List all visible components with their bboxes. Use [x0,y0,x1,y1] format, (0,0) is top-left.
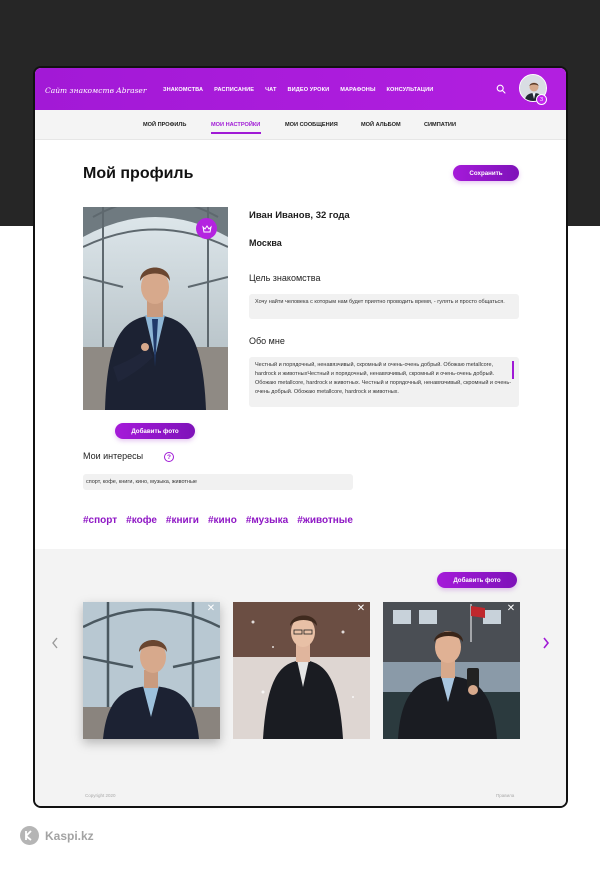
main-nav: ЗНАКОМСТВА РАСПИСАНИЕ ЧАТ ВИДЕО УРОКИ МА… [163,87,433,93]
copyright-text: Copyright 2020 [85,793,116,798]
nav-item-consultations[interactable]: КОНСУЛЬТАЦИИ [387,87,434,93]
arrow-right-icon[interactable] [541,636,551,650]
tab-my-settings[interactable]: МОИ НАСТРОЙКИ [211,122,260,128]
tab-my-album[interactable]: МОЙ АЛЬБОМ [361,122,401,128]
tab-likes[interactable]: СИМПАТИИ [424,122,456,128]
verified-badge-icon [196,218,217,239]
nav-item-dating[interactable]: ЗНАКОМСТВА [163,87,203,93]
rules-link[interactable]: Правила [496,793,514,798]
gallery-add-photo-button[interactable]: Добавить фото [437,572,517,588]
tag-animals[interactable]: #животные [297,515,353,526]
goal-label: Цель знакомства [249,273,321,283]
site-logo[interactable]: Сайт знакомств Abraser [45,86,146,95]
interests-input[interactable]: спорт, кофе, книги, кино, музыка, животн… [83,474,353,490]
remove-photo-1-icon[interactable]: ✕ [206,604,216,614]
active-tab-underline [211,132,261,134]
kaspi-watermark: Kaspi.kz [20,826,94,845]
about-textarea[interactable]: Честный и порядочный, ненавязчивый, скро… [249,357,519,407]
gallery-photo-1[interactable] [83,602,220,739]
profile-city: Москва [249,238,282,248]
kaspi-logo-icon [20,826,39,845]
notification-badge[interactable]: 3 [536,94,547,105]
about-scrollbar[interactable] [512,361,514,379]
remove-photo-2-icon[interactable]: ✕ [356,604,366,614]
nav-item-marathons[interactable]: МАРАФОНЫ [340,87,375,93]
tab-my-messages[interactable]: МОИ СООБЩЕНИЯ [285,122,338,128]
arrow-left-icon[interactable] [50,636,60,650]
interest-tags: #спорт #кофе #книги #кино #музыка #живот… [83,515,353,526]
kaspi-text: Kaspi.kz [45,828,94,843]
nav-item-schedule[interactable]: РАСПИСАНИЕ [214,87,254,93]
add-photo-button[interactable]: Добавить фото [115,423,195,439]
profile-name-age: Иван Иванов, 32 года [249,210,350,221]
gallery-photo-2[interactable] [233,602,370,739]
search-icon[interactable] [496,84,506,94]
tab-my-profile[interactable]: МОЙ ПРОФИЛЬ [143,122,186,128]
tag-sport[interactable]: #спорт [83,515,117,526]
interests-label: Мои интересы [83,451,144,461]
nav-item-video-lessons[interactable]: ВИДЕО УРОКИ [288,87,330,93]
gallery-photo-3[interactable] [383,602,520,739]
nav-item-chat[interactable]: ЧАТ [265,87,276,93]
site-header: Сайт знакомств Abraser ЗНАКОМСТВА РАСПИС… [35,68,566,110]
help-icon[interactable]: ? [164,452,174,462]
browser-frame: Сайт знакомств Abraser ЗНАКОМСТВА РАСПИС… [33,66,568,808]
tag-coffee[interactable]: #кофе [126,515,157,526]
page-title: Мой профиль [83,165,194,182]
save-button[interactable]: Сохранить [453,165,519,181]
tag-music[interactable]: #музыка [246,515,288,526]
about-label: Обо мне [249,336,285,346]
goal-textarea[interactable]: Хочу найти человека с которым нам будет … [249,294,519,319]
tag-movies[interactable]: #кино [208,515,237,526]
tag-books[interactable]: #книги [166,515,199,526]
remove-photo-3-icon[interactable]: ✕ [506,604,516,614]
profile-subnav: МОЙ ПРОФИЛЬ МОИ НАСТРОЙКИ МОИ СООБЩЕНИЯ … [35,110,566,140]
